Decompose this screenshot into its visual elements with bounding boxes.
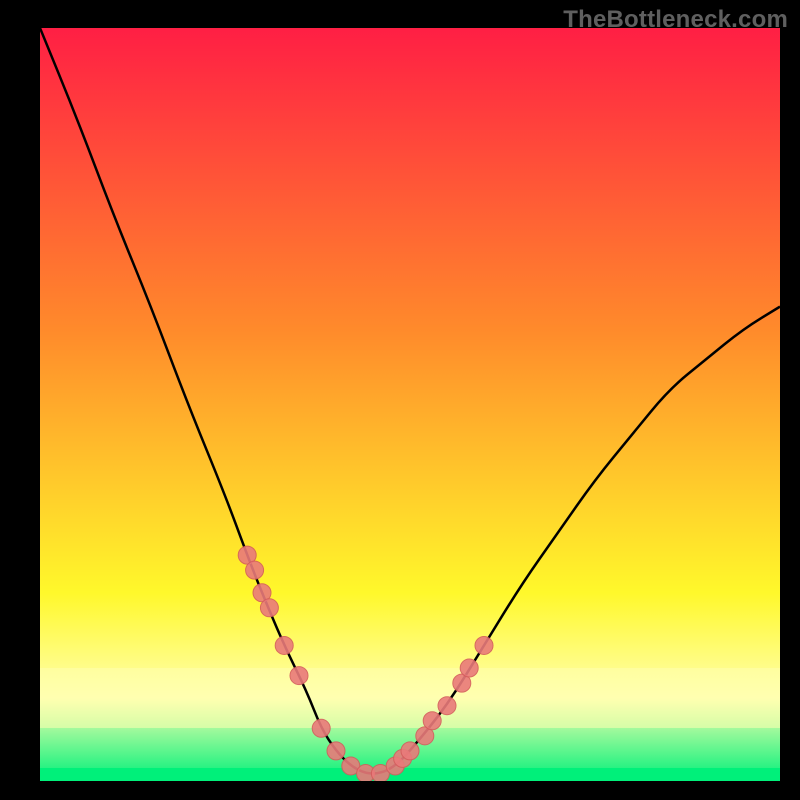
marker-point (246, 561, 264, 579)
marker-point (438, 697, 456, 715)
chart-stage: TheBottleneck.com (0, 0, 800, 800)
marker-point (401, 742, 419, 760)
marker-point (290, 667, 308, 685)
marker-point (260, 599, 278, 617)
marker-point (275, 636, 293, 654)
marker-point (475, 636, 493, 654)
marker-point (327, 742, 345, 760)
marker-point (460, 659, 478, 677)
marker-point (312, 719, 330, 737)
green-strip (40, 768, 780, 781)
marker-point (423, 712, 441, 730)
bottleneck-chart (40, 28, 780, 781)
highlight-band (40, 668, 780, 728)
